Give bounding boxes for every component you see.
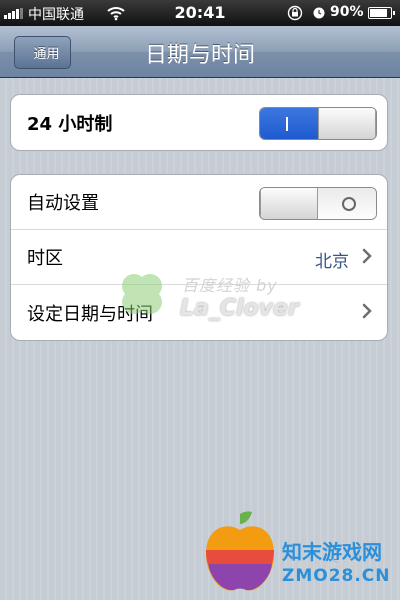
page-title: 日期与时间 — [144, 43, 255, 68]
switch-off-glyph-icon — [342, 197, 356, 211]
watermark-text-line1: 百度经验 by — [182, 276, 278, 295]
chevron-right-icon — [362, 248, 372, 264]
battery-percent: 90% — [330, 4, 364, 20]
switch-auto-set[interactable] — [259, 187, 377, 220]
clock-format-group: 24 小时制 — [10, 94, 388, 151]
row-24-hour-label: 24 小时制 — [27, 113, 113, 135]
row-auto-set-label: 自动设置 — [27, 193, 99, 214]
switch-on-glyph-icon — [286, 117, 288, 131]
switch-24-hour[interactable] — [259, 107, 377, 140]
switch-off-track — [318, 188, 376, 219]
clover-watermark-icon — [122, 274, 162, 314]
chevron-right-icon — [362, 303, 372, 319]
battery-fill — [370, 9, 388, 17]
watermark-domain: ZMO28.CN — [282, 566, 391, 586]
row-auto-set: 自动设置 — [11, 175, 387, 230]
apple-logo-watermark-icon — [206, 511, 274, 591]
row-timezone-value: 北京 — [315, 252, 349, 272]
switch-on-track — [260, 108, 318, 139]
switch-knob — [318, 108, 376, 139]
battery-icon — [368, 7, 395, 19]
row-24-hour: 24 小时制 — [11, 95, 387, 150]
switch-knob — [260, 188, 318, 219]
alarm-icon — [313, 7, 325, 19]
row-timezone-label: 时区 — [27, 248, 63, 269]
navigation-bar: 通用 日期与时间 — [0, 26, 400, 78]
rotation-lock-icon — [287, 5, 303, 21]
status-bar: 中国联通 20:41 90% — [0, 0, 400, 26]
watermark-text-line2: La_Clover — [180, 296, 299, 321]
